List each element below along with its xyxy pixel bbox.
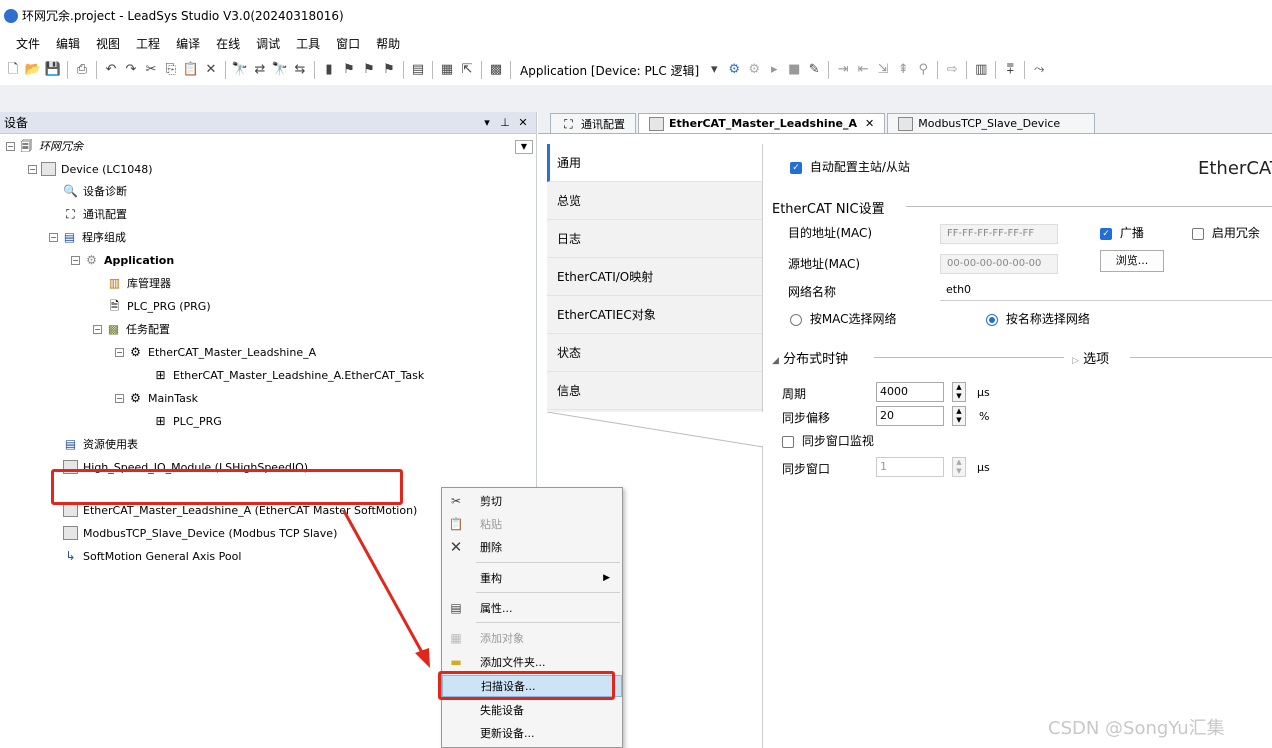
context-menu: ✂ 剪切 📋 粘贴 ✕ 删除 重构 ▶ ▤ 属性... ▦ 添加对象 ▬ 添加文… — [441, 487, 623, 748]
submenu-arrow-icon: ▶ — [603, 573, 610, 583]
menu-item-add-folder[interactable]: ▬ 添加文件夹... — [442, 651, 622, 673]
paste-icon: 📋 — [448, 517, 464, 531]
menu-item-cut[interactable]: ✂ 剪切 — [442, 490, 622, 512]
menu-item-refactor[interactable]: 重构 ▶ — [442, 567, 622, 589]
properties-icon: ▤ — [450, 601, 462, 615]
add-object-icon: ▦ — [450, 631, 462, 645]
watermark: CSDN @SongYu汇集 — [1048, 718, 1225, 739]
menu-separator — [476, 562, 620, 563]
menu-item-paste[interactable]: 📋 粘贴 — [442, 513, 622, 535]
menu-item-properties[interactable]: ▤ 属性... — [442, 597, 622, 619]
menu-item-add-object[interactable]: ▦ 添加对象 — [442, 627, 622, 649]
scissors-icon: ✂ — [450, 494, 462, 508]
delete-x-icon: ✕ — [449, 538, 463, 556]
annotation-arrow — [342, 510, 430, 668]
menu-item-update-device[interactable]: 更新设备... — [442, 722, 622, 744]
highlight-box-scan-devices — [438, 671, 615, 700]
folder-icon: ▬ — [450, 655, 462, 669]
menu-item-delete[interactable]: ✕ 删除 — [442, 536, 622, 558]
menu-item-disable-device[interactable]: 失能设备 — [442, 699, 622, 721]
menu-separator — [476, 592, 620, 593]
menu-separator — [476, 622, 620, 623]
